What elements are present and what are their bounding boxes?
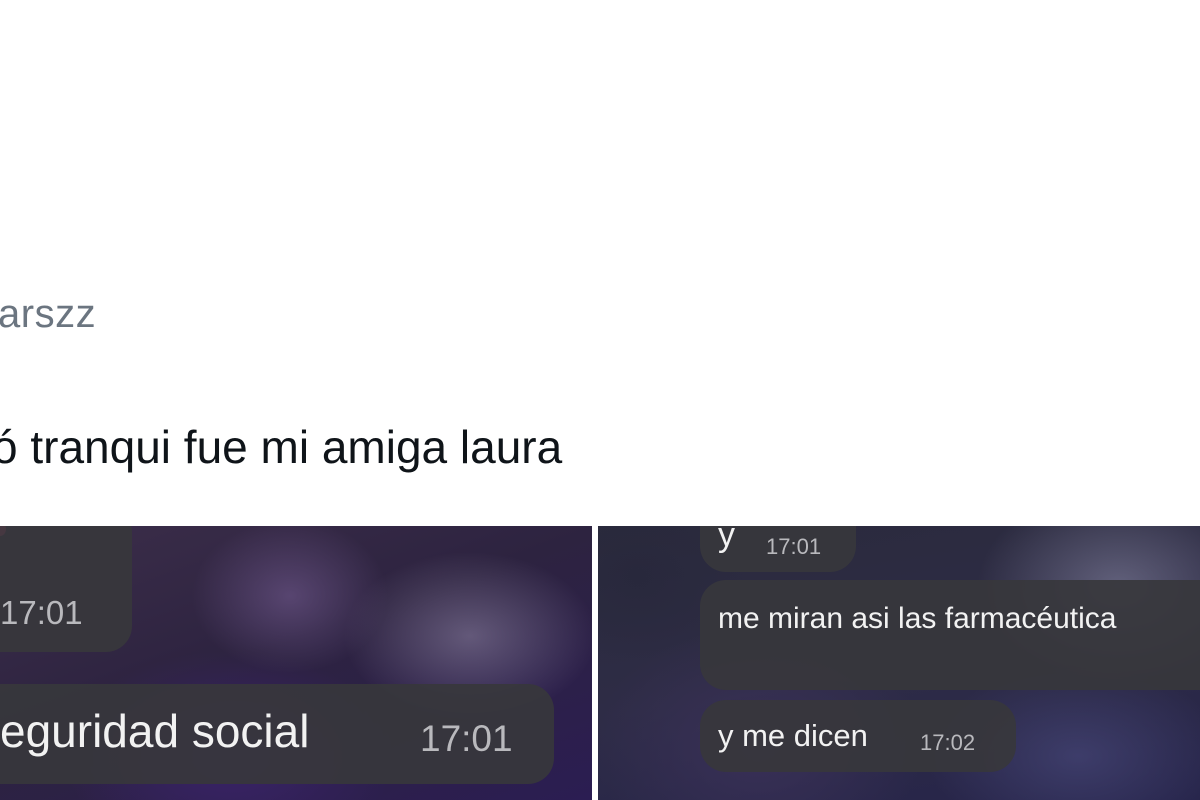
media-image-left[interactable]: 17:01 eguridad social 17:01 xyxy=(0,526,592,800)
message-text: y xyxy=(718,526,735,554)
message-text: eguridad social xyxy=(0,705,310,757)
chat-bubble: me miran asi las farmacéutica xyxy=(700,580,1200,690)
message-timestamp: 17:01 xyxy=(420,718,513,759)
message-text: y me dicen xyxy=(718,718,868,753)
message-text: me miran asi las farmacéutica xyxy=(718,602,1117,635)
message-timestamp: 17:01 xyxy=(766,534,822,559)
chat-bubble: eguridad social 17:01 xyxy=(0,684,554,784)
message-timestamp: 17:01 xyxy=(0,594,83,631)
media-image-right[interactable]: y 17:01 me miran asi las farmacéutica y … xyxy=(598,526,1200,800)
user-handle[interactable]: arszz xyxy=(0,292,96,337)
tweet-page: arszz ó tranqui fue mi amiga laura 17:01… xyxy=(0,0,1200,800)
chat-bubble: 17:01 xyxy=(0,526,132,652)
tweet-text: ó tranqui fue mi amiga laura xyxy=(0,421,563,473)
chat-bubble: y 17:01 xyxy=(700,526,856,572)
message-timestamp: 17:02 xyxy=(920,730,976,755)
chat-bubble: y me dicen 17:02 xyxy=(700,700,1016,772)
